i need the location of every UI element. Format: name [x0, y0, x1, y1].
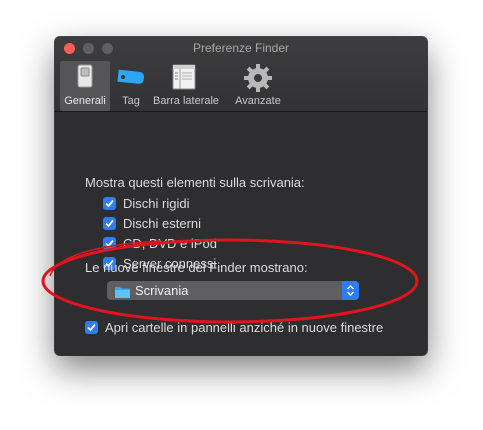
general-preferences-pane: Mostra questi elementi sulla scrivania: … [55, 112, 427, 355]
sidebar-icon [171, 63, 197, 96]
gear-icon [243, 63, 273, 98]
external-disks-checkbox[interactable] [103, 217, 116, 230]
folder-icon [115, 285, 130, 303]
tab-avanzate[interactable]: Avanzate [231, 61, 285, 111]
hard-disks-checkbox[interactable] [103, 197, 116, 210]
new-window-heading: Le nuove finestre del Finder mostrano: [85, 260, 308, 275]
tab-tag[interactable]: Tag [113, 61, 149, 111]
open-in-tabs-checkbox[interactable] [85, 321, 98, 334]
cd-dvd-ipod-label: CD, DVD e iPod [123, 236, 217, 251]
tab-generali-label: Generali [64, 95, 106, 107]
tab-barra-laterale-label: Barra laterale [153, 95, 220, 107]
cd-dvd-ipod-checkbox[interactable] [103, 237, 116, 250]
chevron-up-down-icon[interactable] [342, 281, 359, 300]
external-disks-label: Dischi esterni [123, 216, 202, 231]
open-in-tabs-label: Apri cartelle in pannelli anziché in nuo… [105, 320, 384, 335]
tab-barra-laterale[interactable]: Barra laterale [153, 61, 220, 111]
new-window-target-value: Scrivania [135, 283, 189, 298]
tag-icon [115, 63, 147, 96]
finder-preferences-window: Preferenze Finder Generali Tag Barra lat… [55, 37, 427, 355]
desktop-items-heading: Mostra questi elementi sulla scrivania: [85, 175, 305, 190]
new-window-target-select[interactable]: Scrivania [107, 281, 359, 300]
tab-avanzate-label: Avanzate [235, 95, 281, 107]
switch-icon [72, 63, 98, 96]
hard-disks-label: Dischi rigidi [123, 196, 190, 211]
tab-generali[interactable]: Generali [60, 61, 110, 111]
window-title: Preferenze Finder [192, 41, 290, 55]
title-bar: Preferenze Finder Generali Tag Barra lat… [55, 37, 427, 112]
tab-tag-label: Tag [122, 95, 140, 107]
